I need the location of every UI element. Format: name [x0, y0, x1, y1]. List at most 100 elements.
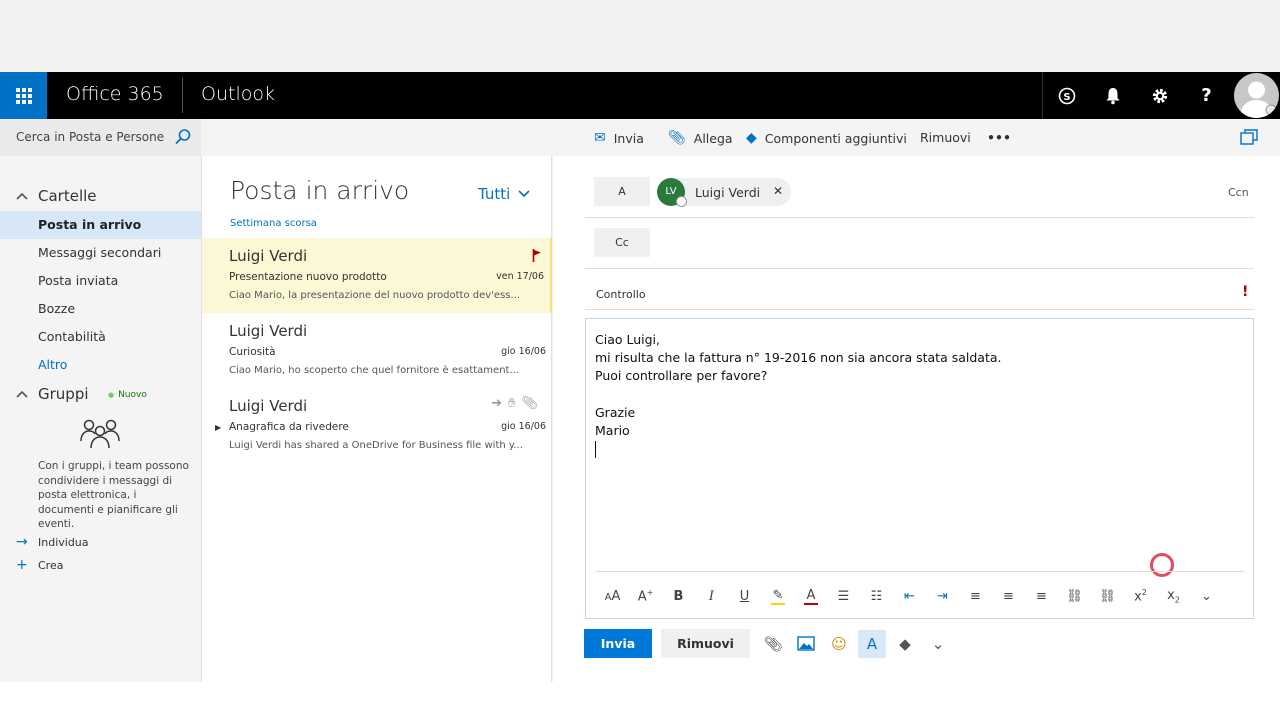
discard-button[interactable]: Rimuovi [661, 629, 750, 658]
group-header: Settimana scorsa [230, 218, 317, 229]
compose-pane: A LV Luigi Verdi ✕ Ccn Cc Controllo ! Ci… [553, 156, 1280, 682]
to-button[interactable]: A [594, 177, 650, 206]
font-color-icon[interactable]: A [804, 588, 818, 605]
format-options-icon[interactable]: A [858, 630, 886, 658]
groups-heading[interactable]: Gruppi [38, 385, 89, 403]
send-button[interactable]: Invia [584, 629, 652, 658]
bcc-button[interactable]: Ccn [1228, 186, 1249, 199]
insert-link-icon[interactable]: ⛓︎ [1058, 589, 1091, 604]
more-icon: ••• [987, 130, 1011, 145]
attach-command-label: Allega [693, 130, 733, 146]
decrease-indent-icon[interactable]: ⇤ [893, 589, 926, 604]
folders-heading[interactable]: Cartelle [38, 187, 97, 205]
emoji-icon[interactable]: ☺ [825, 630, 853, 658]
folder-sent[interactable]: Posta inviata [0, 267, 201, 295]
folder-clutter[interactable]: Messaggi secondari [0, 239, 201, 267]
groups-icon [80, 419, 120, 449]
recipient-name: Luigi Verdi [695, 185, 761, 200]
more-options-chevron-icon[interactable]: ⌄ [924, 630, 952, 658]
notifications-button[interactable] [1089, 72, 1136, 119]
addins-icon[interactable]: ◆ [891, 630, 919, 658]
header-divider [182, 78, 183, 113]
svg-text:S: S [1063, 92, 1070, 103]
popout-icon[interactable] [1240, 129, 1258, 145]
help-button[interactable]: ? [1183, 72, 1230, 119]
body-line: Grazie [595, 404, 636, 420]
skype-button[interactable]: S [1043, 72, 1090, 119]
align-center-icon[interactable]: ≡ [992, 589, 1025, 604]
numbering-icon[interactable]: ☷ [860, 589, 893, 604]
italic-icon[interactable]: I [695, 589, 728, 604]
chevron-down-icon [518, 190, 530, 198]
chevron-up-icon[interactable] [16, 191, 28, 201]
brand-title[interactable]: Office 365 [66, 83, 164, 105]
body-line: Puoi controllare per favore? [595, 368, 768, 384]
remove-link-icon[interactable]: ⛓︎ [1091, 589, 1124, 604]
bottom-margin [0, 682, 1280, 720]
message-date: gio 16/06 [501, 346, 546, 357]
align-right-icon[interactable]: ≡ [1025, 589, 1058, 604]
more-command[interactable]: ••• [987, 130, 1011, 145]
message-body-editor[interactable]: Ciao Luigi, mi risulta che la fattura n°… [585, 318, 1254, 619]
discard-command[interactable]: Rimuovi [920, 130, 971, 145]
folder-drafts[interactable]: Bozze [0, 295, 201, 323]
create-group-link[interactable]: + Crea [16, 557, 63, 573]
search-input[interactable]: Cerca in Posta e Persone [16, 130, 164, 144]
message-subject: Anagrafica da rivedere [229, 421, 349, 433]
bullets-icon[interactable]: ☰ [827, 589, 860, 604]
remove-recipient-icon[interactable]: ✕ [773, 184, 783, 198]
message-body[interactable]: Ciao Luigi, mi risulta che la fattura n°… [595, 331, 1002, 459]
user-avatar[interactable] [1234, 73, 1279, 118]
cc-button[interactable]: Cc [594, 228, 650, 257]
recipient-chip[interactable]: LV Luigi Verdi ✕ [657, 178, 791, 207]
body-line: Ciao Luigi, [595, 332, 661, 347]
increase-indent-icon[interactable]: ⇥ [926, 589, 959, 604]
font-size-icon[interactable]: AA [596, 589, 629, 604]
skype-icon: S [1058, 87, 1075, 104]
filter-label: Tutti [478, 185, 511, 203]
flag-icon[interactable] [532, 249, 542, 262]
app-title[interactable]: Outlook [201, 83, 275, 105]
message-item[interactable]: Luigi Verdi ➔✋︎📎︎ ▶ Anagrafica da rivede… [202, 388, 552, 463]
person-icon [1240, 81, 1277, 118]
send-command[interactable]: ✉ Invia [594, 130, 644, 146]
search-icon[interactable] [174, 128, 192, 146]
arrow-right-icon: → [16, 534, 28, 550]
click-indicator [1150, 553, 1174, 577]
subscript-icon[interactable]: x2 [1157, 588, 1190, 605]
insert-picture-icon[interactable] [792, 630, 820, 658]
settings-button[interactable] [1136, 72, 1183, 119]
discover-groups-link[interactable]: → Individua [16, 534, 89, 550]
forwarded-icon: ➔ [491, 396, 509, 411]
filter-dropdown[interactable]: Tutti [478, 185, 530, 203]
underline-icon[interactable]: U [728, 589, 761, 604]
folder-inbox[interactable]: Posta in arrivo [0, 211, 201, 239]
superscript-icon[interactable]: x2 [1124, 588, 1157, 604]
bold-icon[interactable]: B [662, 589, 695, 604]
subject-field[interactable]: Controllo [596, 288, 646, 301]
more-formatting-chevron-icon[interactable]: ⌄ [1190, 589, 1223, 604]
folder-accounting[interactable]: Contabilità [0, 323, 201, 351]
highlight-icon[interactable]: ✎ [771, 588, 785, 605]
message-item[interactable]: Luigi Verdi Curiosità gio 16/06 Ciao Mar… [202, 313, 552, 388]
attach-command[interactable]: 📎︎ Allega [668, 130, 733, 146]
list-title: Posta in arrivo [230, 176, 410, 205]
expand-thread-icon[interactable]: ▶ [215, 423, 221, 432]
gear-icon [1152, 88, 1167, 103]
body-line: mi risulta che la fattura n° 19-2016 non… [595, 350, 1002, 366]
attach-icon[interactable]: 📎︎ [759, 630, 787, 658]
addins-command[interactable]: ◆ Componenti aggiuntivi [746, 130, 907, 146]
message-sender: Luigi Verdi [229, 247, 308, 265]
discover-label: Individua [38, 536, 89, 549]
body-line [595, 386, 1002, 404]
app-launcher-button[interactable] [0, 72, 47, 119]
groups-description: Con i gruppi, i team possono condividere… [38, 460, 189, 530]
chevron-up-icon[interactable] [16, 389, 28, 399]
align-left-icon[interactable]: ≡ [959, 589, 992, 604]
search-box[interactable]: Cerca in Posta e Persone [0, 119, 201, 156]
message-preview: Luigi Verdi has shared a OneDrive for Bu… [229, 440, 523, 451]
folder-more-link[interactable]: Altro [0, 351, 201, 379]
send-icon: ✉ [594, 130, 606, 146]
grow-font-icon[interactable]: A+ [629, 588, 662, 604]
message-item[interactable]: Luigi Verdi Presentazione nuovo prodotto… [202, 238, 552, 313]
